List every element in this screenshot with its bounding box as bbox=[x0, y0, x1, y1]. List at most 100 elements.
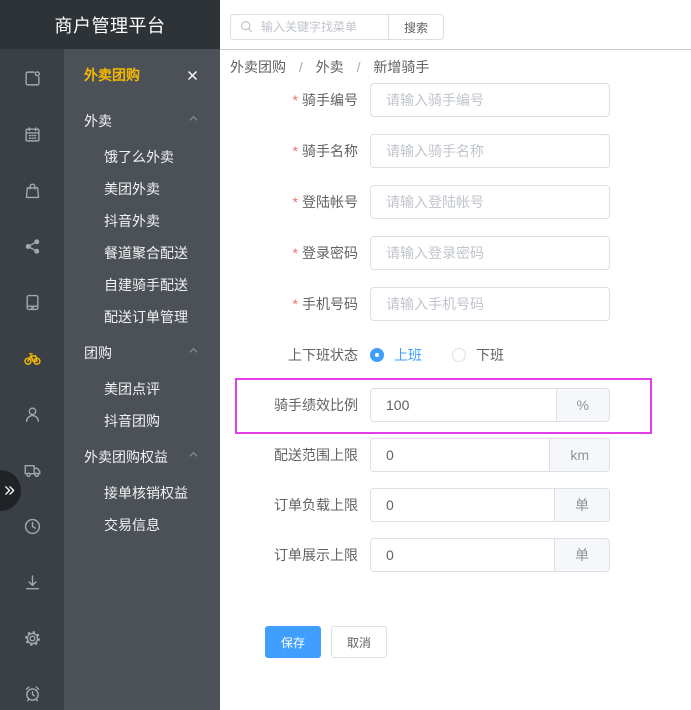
delivery-range-input[interactable] bbox=[370, 438, 551, 472]
rail-item-download[interactable] bbox=[0, 554, 64, 610]
close-icon bbox=[187, 70, 197, 80]
app-title: 商户管理平台 bbox=[54, 15, 166, 36]
phone-input[interactable] bbox=[370, 287, 610, 321]
form-row-login-account: * 登陆帐号 bbox=[230, 185, 610, 219]
rail-item-settings[interactable] bbox=[0, 610, 64, 666]
rail-item-user[interactable] bbox=[0, 386, 64, 442]
required-mark: * bbox=[292, 194, 298, 210]
form-row-delivery-range: 配送范围上限 km bbox=[230, 438, 610, 472]
rail-item-alarm[interactable] bbox=[0, 666, 64, 710]
menu-item-delivery-orders[interactable]: 配送订单管理 bbox=[64, 301, 220, 333]
breadcrumb-item-takeout-group-buying[interactable]: 外卖团购 bbox=[230, 59, 286, 75]
radio-label: 上班 bbox=[394, 347, 422, 363]
radio-option-off-duty[interactable]: 下班 bbox=[452, 345, 504, 365]
order-load-input[interactable] bbox=[370, 488, 555, 522]
breadcrumb-item-current: 新增骑手 bbox=[373, 59, 430, 75]
radio-circle[interactable] bbox=[452, 348, 466, 362]
chevron-up-icon bbox=[189, 451, 198, 457]
form-row-work-status: 上下班状态 上班 下班 bbox=[230, 338, 504, 372]
form-row-phone: * 手机号码 bbox=[230, 287, 610, 321]
menu-item-candao-delivery[interactable]: 餐道聚合配送 bbox=[64, 237, 220, 269]
submenu-title-row: 外卖团购 bbox=[64, 49, 220, 101]
unit-suffix: 单 bbox=[555, 538, 610, 572]
order-display-group: 单 bbox=[370, 538, 610, 572]
submenu-panel: 外卖团购 外卖 饿了么外卖 美团外卖 抖音外卖 餐道聚合配送 自建骑手配送 配送… bbox=[64, 49, 220, 710]
field-label: 订单负载上限 bbox=[230, 488, 358, 522]
rail-item-shop[interactable] bbox=[0, 162, 64, 218]
field-label-text: 登陆帐号 bbox=[302, 194, 358, 210]
truck-icon bbox=[24, 464, 40, 477]
field-label: * 骑手编号 bbox=[230, 83, 358, 117]
radio-circle[interactable] bbox=[370, 348, 384, 362]
double-chevron-right-icon bbox=[5, 486, 15, 495]
menu-group-group-buying[interactable]: 团购 bbox=[64, 333, 220, 373]
menu-group-label: 外卖团购权益 bbox=[84, 449, 168, 465]
submenu-close-button[interactable] bbox=[186, 69, 198, 81]
field-label: 上下班状态 bbox=[230, 338, 358, 372]
chevron-up-icon bbox=[189, 115, 198, 121]
clock-icon bbox=[24, 518, 40, 534]
rider-id-input[interactable] bbox=[370, 83, 610, 117]
radio-option-on-duty[interactable]: 上班 bbox=[370, 345, 422, 365]
download-icon bbox=[25, 574, 39, 589]
form-row-performance-ratio: 骑手绩效比例 % bbox=[230, 388, 610, 422]
app-header: 商户管理平台 bbox=[0, 0, 220, 49]
menu-item-douyin-takeout[interactable]: 抖音外卖 bbox=[64, 205, 220, 237]
breadcrumb: 外卖团购 / 外卖 / 新增骑手 bbox=[230, 59, 429, 75]
menu-item-eleme[interactable]: 饿了么外卖 bbox=[64, 141, 220, 173]
login-password-input[interactable] bbox=[370, 236, 610, 270]
form-row-order-display: 订单展示上限 单 bbox=[230, 538, 610, 572]
menu-group-benefits[interactable]: 外卖团购权益 bbox=[64, 437, 220, 477]
cancel-button[interactable]: 取消 bbox=[331, 626, 388, 658]
submenu-title: 外卖团购 bbox=[84, 67, 140, 83]
icon-rail bbox=[0, 49, 64, 710]
top-bar: 搜索 bbox=[220, 0, 691, 50]
menu-group-label: 团购 bbox=[84, 345, 112, 361]
form-row-rider-id: * 骑手编号 bbox=[230, 83, 610, 117]
gear-icon bbox=[24, 630, 40, 646]
menu-group-label: 外卖 bbox=[84, 113, 112, 129]
menu-item-transaction-info[interactable]: 交易信息 bbox=[64, 509, 220, 541]
rail-item-share[interactable] bbox=[0, 218, 64, 274]
radio-label: 下班 bbox=[476, 347, 504, 363]
rail-item-device[interactable] bbox=[0, 274, 64, 330]
field-label-text: 手机号码 bbox=[302, 296, 358, 312]
menu-item-meituan-dianping[interactable]: 美团点评 bbox=[64, 373, 220, 405]
breadcrumb-separator: / bbox=[356, 59, 361, 75]
field-label: * 登录密码 bbox=[230, 236, 358, 270]
field-label-text: 订单展示上限 bbox=[274, 547, 358, 563]
order-display-input[interactable] bbox=[370, 538, 555, 572]
unit-suffix: 单 bbox=[555, 488, 610, 522]
field-label: * 手机号码 bbox=[230, 287, 358, 321]
field-label-text: 登录密码 bbox=[302, 245, 358, 261]
form-row-login-password: * 登录密码 bbox=[230, 236, 610, 270]
login-account-input[interactable] bbox=[370, 185, 610, 219]
menu-item-douyin-group-buying[interactable]: 抖音团购 bbox=[64, 405, 220, 437]
menu-item-order-verification-benefits[interactable]: 接单核销权益 bbox=[64, 477, 220, 509]
share-icon bbox=[25, 238, 39, 254]
search-button[interactable]: 搜索 bbox=[388, 14, 444, 40]
rail-item-new-document[interactable] bbox=[0, 50, 64, 106]
menu-item-meituan-takeout[interactable]: 美团外卖 bbox=[64, 173, 220, 205]
field-label: 配送范围上限 bbox=[230, 438, 358, 472]
calendar-icon bbox=[24, 126, 40, 142]
required-mark: * bbox=[292, 296, 298, 312]
save-button[interactable]: 保存 bbox=[265, 626, 322, 658]
user-icon bbox=[25, 406, 39, 422]
breadcrumb-item-takeout[interactable]: 外卖 bbox=[316, 59, 344, 75]
rider-name-input[interactable] bbox=[370, 134, 610, 168]
work-status-radio-group: 上班 下班 bbox=[370, 338, 504, 372]
menu-group-takeout[interactable]: 外卖 bbox=[64, 101, 220, 141]
search-field bbox=[230, 14, 388, 40]
rail-item-calendar[interactable] bbox=[0, 106, 64, 162]
performance-ratio-group: % bbox=[370, 388, 610, 422]
field-label-text: 骑手编号 bbox=[302, 92, 358, 108]
unit-suffix: km bbox=[550, 438, 610, 472]
search-input[interactable] bbox=[230, 14, 388, 40]
field-label: 订单展示上限 bbox=[230, 538, 358, 572]
field-label: * 骑手名称 bbox=[230, 134, 358, 168]
performance-ratio-input[interactable] bbox=[370, 388, 557, 422]
form-row-order-load: 订单负载上限 单 bbox=[230, 488, 610, 522]
menu-item-self-rider-delivery[interactable]: 自建骑手配送 bbox=[64, 269, 220, 301]
rail-item-delivery[interactable] bbox=[0, 330, 64, 386]
